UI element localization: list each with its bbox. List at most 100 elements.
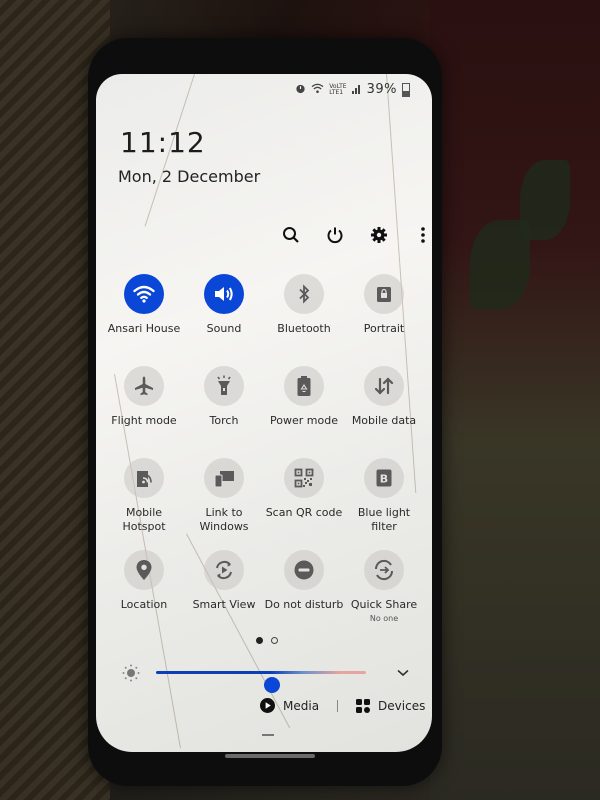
tile-toggle-button[interactable] <box>204 550 244 590</box>
tile-flight-mode[interactable]: Flight mode <box>104 366 184 446</box>
tile-scan-qr-code[interactable]: Scan QR code <box>264 458 344 538</box>
tile-sublabel: No one <box>369 614 399 623</box>
tile-label[interactable]: Portrait <box>344 322 424 336</box>
tile-label[interactable]: Mobile Hotspot <box>104 506 184 534</box>
brightness-slider-thumb[interactable] <box>263 677 280 693</box>
tile-blue-light-filter[interactable]: B Blue light filter <box>344 458 424 538</box>
tile-torch[interactable]: Torch <box>184 366 264 446</box>
gear-icon <box>371 227 387 243</box>
tile-label[interactable]: Sound <box>184 322 264 336</box>
more-options-button[interactable] <box>412 224 432 246</box>
tile-mobile-data[interactable]: Mobile data <box>344 366 424 446</box>
tile-power-mode[interactable]: Power mode <box>264 366 344 446</box>
tile-portrait[interactable]: Portrait <box>344 274 424 354</box>
devices-button[interactable]: Devices <box>356 698 426 713</box>
media-button[interactable]: Media <box>260 698 319 713</box>
dnd-icon <box>293 559 315 581</box>
page-indicator <box>256 637 278 644</box>
expand-brightness-button[interactable] <box>394 664 412 682</box>
wifi-icon <box>311 83 324 97</box>
tile-toggle-button[interactable] <box>364 366 404 406</box>
tile-label[interactable]: Quick Share <box>344 598 424 612</box>
media-label: Media <box>283 698 320 713</box>
page-dot-2[interactable] <box>271 637 278 644</box>
blue-light-icon: B <box>375 468 393 488</box>
tile-toggle-button[interactable] <box>284 274 324 314</box>
tile-label[interactable]: Scan QR code <box>264 506 344 520</box>
settings-button[interactable] <box>368 224 390 246</box>
bluetooth-icon <box>297 284 311 304</box>
tile-label[interactable]: Bluetooth <box>264 322 344 336</box>
tile-toggle-button[interactable] <box>204 366 244 406</box>
chevron-down-icon <box>397 669 409 677</box>
volume-icon <box>213 285 235 303</box>
battery-percent: 39% <box>366 82 397 97</box>
link-windows-icon <box>213 468 235 488</box>
smart-view-icon <box>213 559 235 581</box>
tile-label[interactable]: Mobile data <box>344 414 424 428</box>
background-plant <box>430 0 600 800</box>
date[interactable]: Mon, 2 December <box>118 167 260 186</box>
devices-label: Devices <box>378 698 426 713</box>
more-vertical-icon <box>421 227 425 243</box>
tile-label[interactable]: Do not disturb <box>264 598 344 612</box>
brightness-sun-icon <box>122 664 140 682</box>
hotspot-icon <box>135 468 153 488</box>
tile-toggle-button[interactable] <box>204 274 244 314</box>
tile-quick-share[interactable]: Quick Share No one <box>344 550 424 630</box>
tile-toggle-button[interactable] <box>204 458 244 498</box>
tile-toggle-button[interactable] <box>124 366 164 406</box>
volte-lte-icon: VoLTE LTE1 <box>329 83 346 96</box>
tile-location[interactable]: Location <box>104 550 184 630</box>
brightness-control <box>122 658 412 693</box>
tile-label[interactable]: Power mode <box>264 414 344 428</box>
tile-label[interactable]: Torch <box>184 414 264 428</box>
panel-drag-handle[interactable] <box>262 734 274 736</box>
rotation-lock-icon <box>376 285 392 303</box>
location-pin-icon <box>135 559 153 581</box>
data-arrows-icon <box>374 376 394 396</box>
page-dot-1[interactable] <box>256 637 263 644</box>
tile-toggle-button[interactable] <box>284 458 324 498</box>
tile-toggle-button[interactable] <box>124 550 164 590</box>
tile-link-to-windows[interactable]: Link to Windows <box>184 458 264 538</box>
tile-toggle-button[interactable] <box>284 366 324 406</box>
media-devices-bar: Media Devices <box>260 698 425 713</box>
quick-panel-toolbar <box>280 224 432 246</box>
play-circle-icon <box>260 698 275 713</box>
phone-bottom-bezel-reflection <box>225 754 315 758</box>
tile-bluetooth[interactable]: Bluetooth <box>264 274 344 354</box>
battery-saver-icon <box>296 375 312 397</box>
battery-icon <box>402 82 410 97</box>
tile-toggle-button[interactable] <box>124 274 164 314</box>
tile-label[interactable]: Smart View <box>184 598 264 612</box>
tile-toggle-button[interactable] <box>124 458 164 498</box>
quick-settings-grid: Ansari House Sound Bluetooth Portrait Flight… <box>104 274 424 630</box>
brightness-slider-track[interactable] <box>156 671 366 693</box>
power-button[interactable] <box>324 224 346 246</box>
tile-toggle-button[interactable] <box>284 550 324 590</box>
background-leaf <box>520 160 570 240</box>
search-icon <box>283 227 299 243</box>
tile-toggle-button[interactable]: B <box>364 458 404 498</box>
lte-label: LTE1 <box>329 88 344 96</box>
tile-label[interactable]: Flight mode <box>104 414 184 428</box>
tile-toggle-button[interactable] <box>364 274 404 314</box>
devices-grid-icon <box>356 698 371 713</box>
qr-code-icon <box>294 468 314 488</box>
tile-smart-view[interactable]: Smart View <box>184 550 264 630</box>
tile-toggle-button[interactable] <box>364 550 404 590</box>
tile-mobile-hotspot[interactable]: Mobile Hotspot <box>104 458 184 538</box>
tile-label[interactable]: Blue light filter <box>344 506 424 534</box>
quick-share-icon <box>373 559 395 581</box>
search-button[interactable] <box>280 224 302 246</box>
tile-do-not-disturb[interactable]: Do not disturb <box>264 550 344 630</box>
tile-label[interactable]: Location <box>104 598 184 612</box>
divider <box>337 699 339 712</box>
clock[interactable]: 11:12 <box>120 126 206 159</box>
tile-sound[interactable]: Sound <box>184 274 264 354</box>
tile-ansari-house[interactable]: Ansari House <box>104 274 184 354</box>
quick-settings-panel: VoLTE LTE1 39% 11:12 Mon, 2 December Ans… <box>96 74 432 752</box>
tile-label[interactable]: Link to Windows <box>184 506 264 534</box>
tile-label[interactable]: Ansari House <box>104 322 184 336</box>
